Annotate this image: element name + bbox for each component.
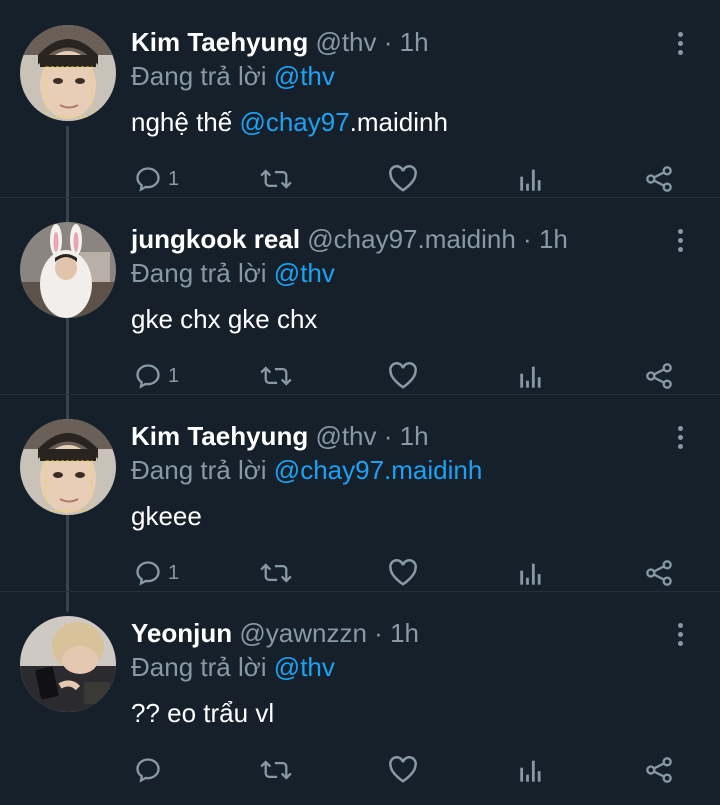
tweet-reply[interactable]: jungkook real @chay97.maidinh · 1h Đang …	[0, 197, 720, 394]
reply-icon	[136, 561, 160, 586]
user-handle[interactable]: @thv	[315, 27, 376, 57]
tweet-header: Kim Taehyung @thv · 1h	[131, 420, 429, 452]
retweet-button[interactable]	[260, 753, 292, 787]
like-button[interactable]	[388, 359, 418, 393]
retweet-button[interactable]	[260, 359, 292, 393]
replying-to: Đang trả lời @chay97.maidinh	[131, 454, 482, 486]
tweet-reply[interactable]: Kim Taehyung @thv · 1h Đang trả lời @cha…	[0, 394, 720, 591]
separator-dot: ·	[383, 421, 393, 451]
like-button[interactable]	[388, 556, 418, 590]
replying-to-label: Đang trả lời	[131, 258, 267, 288]
more-vertical-icon[interactable]	[668, 225, 692, 255]
share-icon	[646, 363, 672, 389]
analytics-button[interactable]	[518, 359, 544, 393]
reply-count: 1	[168, 167, 180, 190]
replying-to-label: Đang trả lời	[131, 652, 267, 682]
reply-icon	[136, 364, 160, 389]
tweet-text-mention[interactable]: @chay97	[239, 107, 349, 137]
tweet-text-after: .maidinh	[349, 107, 448, 137]
tweet-header: Kim Taehyung @thv · 1h	[131, 26, 429, 58]
share-icon	[646, 560, 672, 586]
retweet-button[interactable]	[260, 162, 292, 196]
display-name[interactable]: Yeonjun	[131, 618, 232, 648]
reply-icon	[136, 758, 160, 783]
replying-to-mention[interactable]: @thv	[274, 652, 335, 682]
user-handle[interactable]: @chay97.maidinh	[307, 224, 516, 254]
avatar[interactable]	[20, 419, 116, 515]
timestamp[interactable]: 1h	[400, 421, 429, 451]
heart-icon	[389, 165, 417, 192]
share-button[interactable]	[644, 753, 674, 787]
user-handle[interactable]: @yawnzzn	[239, 618, 367, 648]
reply-count: 1	[168, 561, 180, 584]
tweet-text: gkeee	[131, 501, 202, 531]
tweet-actions: 1	[0, 556, 720, 590]
reply-button[interactable]	[134, 753, 168, 787]
more-vertical-icon[interactable]	[668, 422, 692, 452]
replying-to-label: Đang trả lời	[131, 61, 267, 91]
retweet-button[interactable]	[260, 556, 292, 590]
tweet-header: jungkook real @chay97.maidinh · 1h	[131, 223, 568, 255]
heart-icon	[389, 756, 417, 783]
analytics-icon	[520, 760, 541, 782]
analytics-icon	[520, 563, 541, 585]
more-vertical-icon[interactable]	[668, 619, 692, 649]
replying-to: Đang trả lời @thv	[131, 651, 335, 683]
separator-dot: ·	[374, 618, 383, 648]
retweet-icon	[260, 169, 292, 189]
share-button[interactable]	[644, 162, 674, 196]
analytics-button[interactable]	[518, 753, 544, 787]
replying-to-mention[interactable]: @chay97.maidinh	[274, 455, 483, 485]
retweet-icon	[260, 563, 292, 583]
more-vertical-icon[interactable]	[668, 28, 692, 58]
user-handle[interactable]: @thv	[315, 421, 376, 451]
avatar[interactable]	[20, 25, 116, 121]
reply-button[interactable]: 1	[134, 359, 179, 393]
like-button[interactable]	[388, 162, 418, 196]
replying-to-label: Đang trả lời	[131, 455, 267, 485]
tweet-text: ?? eo trẩu vl	[131, 698, 275, 728]
analytics-button[interactable]	[518, 556, 544, 590]
share-button[interactable]	[644, 359, 674, 393]
display-name[interactable]: jungkook real	[131, 224, 300, 254]
display-name[interactable]: Kim Taehyung	[131, 421, 308, 451]
tweet-text: gke chx gke chx	[131, 304, 318, 334]
heart-icon	[389, 362, 417, 389]
retweet-icon	[260, 760, 292, 780]
analytics-icon	[520, 366, 541, 388]
timestamp[interactable]: 1h	[400, 27, 429, 57]
tweet-text-before: nghệ thế	[131, 107, 240, 137]
tweet-reply[interactable]: Kim Taehyung @thv · 1h Đang trả lời @thv…	[0, 0, 720, 197]
timestamp[interactable]: 1h	[390, 618, 419, 648]
tweet-reply[interactable]: Yeonjun @yawnzzn · 1h Đang trả lời @thv …	[0, 591, 720, 788]
tweet-header: Yeonjun @yawnzzn · 1h	[131, 617, 419, 649]
analytics-button[interactable]	[518, 162, 544, 196]
analytics-icon	[520, 169, 541, 191]
heart-icon	[389, 559, 417, 586]
separator-dot: ·	[383, 27, 393, 57]
tweet-text: nghệ thế @chay97.maidinh	[131, 106, 448, 138]
tweet-actions	[0, 753, 720, 787]
avatar[interactable]	[20, 222, 116, 318]
separator-dot: ·	[523, 224, 532, 254]
like-button[interactable]	[388, 753, 418, 787]
share-button[interactable]	[644, 556, 674, 590]
timestamp[interactable]: 1h	[539, 224, 568, 254]
reply-button[interactable]: 1	[134, 556, 179, 590]
avatar[interactable]	[20, 616, 116, 712]
replying-to: Đang trả lời @thv	[131, 257, 335, 289]
retweet-icon	[260, 366, 292, 386]
share-icon	[646, 757, 672, 783]
reply-count: 1	[168, 364, 180, 387]
reply-button[interactable]: 1	[134, 162, 179, 196]
display-name[interactable]: Kim Taehyung	[131, 27, 308, 57]
reply-icon	[136, 167, 160, 192]
tweet-actions: 1	[0, 162, 720, 196]
replying-to-mention[interactable]: @thv	[274, 61, 335, 91]
share-icon	[646, 166, 672, 192]
replying-to: Đang trả lời @thv	[131, 60, 335, 92]
tweet-actions: 1	[0, 359, 720, 393]
replying-to-mention[interactable]: @thv	[274, 258, 335, 288]
